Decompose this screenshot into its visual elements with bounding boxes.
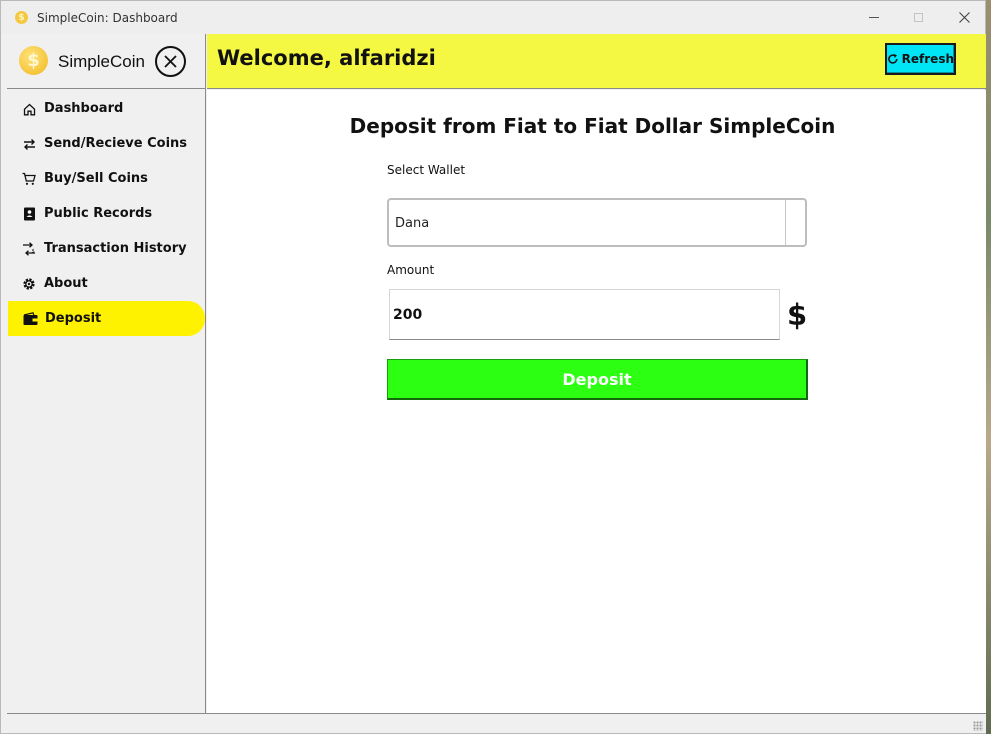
page-title: Deposit from Fiat to Fiat Dollar SimpleC… <box>349 114 836 138</box>
select-dropdown-divider <box>785 200 786 245</box>
welcome-text: Welcome, alfaridzi <box>217 46 436 70</box>
records-book-icon <box>21 206 37 222</box>
amount-label: Amount <box>387 263 435 277</box>
amount-input[interactable] <box>389 289 780 340</box>
sidebar-nav: Dashboard Send/Recieve Coins Buy/Sell Co… <box>7 91 206 336</box>
sidebar-item-send-receive[interactable]: Send/Recieve Coins <box>7 126 206 161</box>
wallet-select-value: Dana <box>395 216 430 231</box>
svg-text:$: $ <box>32 249 35 255</box>
sidebar-header: $ SimpleCoin <box>7 34 206 89</box>
wallet-select[interactable]: Dana <box>387 198 807 247</box>
header-bar: Welcome, alfaridzi Refresh <box>207 34 986 89</box>
window-title: SimpleCoin: Dashboard <box>37 11 178 25</box>
sidebar-item-deposit[interactable]: Deposit <box>8 301 205 336</box>
sidebar-item-label: Buy/Sell Coins <box>44 171 148 186</box>
sidebar-item-label: Transaction History <box>44 241 187 256</box>
cart-icon <box>21 171 37 187</box>
sidebar-item-buy-sell[interactable]: Buy/Sell Coins <box>7 161 206 196</box>
wallet-icon <box>22 311 38 327</box>
title-bar[interactable]: $ SimpleCoin: Dashboard <box>1 1 985 34</box>
sidebar-item-label: Send/Recieve Coins <box>44 136 188 151</box>
dollar-sign-icon: $ <box>787 298 808 332</box>
sidebar-item-public-records[interactable]: Public Records <box>7 196 206 231</box>
transaction-history-icon: $ <box>21 241 37 257</box>
gear-icon <box>21 276 37 292</box>
coin-logo-icon: $ <box>19 46 48 75</box>
sidebar-item-label: Dashboard <box>44 101 124 116</box>
app-name: SimpleCoin <box>58 52 145 71</box>
maximize-icon <box>913 13 923 22</box>
status-bar <box>7 713 986 733</box>
app-window: $ SimpleCoin: Dashboard $ SimpleCoin Das… <box>0 0 986 734</box>
close-circle-icon <box>164 55 177 68</box>
sidebar-item-label: Public Records <box>44 206 153 221</box>
close-sidebar-button[interactable] <box>155 46 186 77</box>
minimize-button[interactable] <box>851 1 897 34</box>
sidebar-item-dashboard[interactable]: Dashboard <box>7 91 206 126</box>
sidebar: $ SimpleCoin Dashboard Send/Recieve Coin… <box>7 34 206 713</box>
app-coin-icon: $ <box>15 11 28 24</box>
refresh-icon <box>888 53 898 64</box>
deposit-button-label: Deposit <box>562 369 632 389</box>
maximize-button[interactable] <box>895 1 941 34</box>
deposit-button[interactable]: Deposit <box>387 359 808 400</box>
close-window-button[interactable] <box>941 1 987 34</box>
select-wallet-label: Select Wallet <box>387 163 466 177</box>
main-content: Deposit from Fiat to Fiat Dollar SimpleC… <box>207 90 986 713</box>
home-icon <box>21 101 37 117</box>
resize-grip-icon[interactable] <box>973 721 983 731</box>
refresh-button[interactable]: Refresh <box>885 43 956 75</box>
sidebar-item-about[interactable]: About <box>7 266 206 301</box>
sidebar-item-transaction-history[interactable]: $ Transaction History <box>7 231 206 266</box>
swap-arrows-icon <box>21 136 37 152</box>
minimize-icon <box>869 17 879 18</box>
sidebar-item-label: Deposit <box>45 311 102 326</box>
sidebar-item-label: About <box>44 276 88 291</box>
refresh-label: Refresh <box>901 52 954 66</box>
close-icon <box>958 12 970 23</box>
